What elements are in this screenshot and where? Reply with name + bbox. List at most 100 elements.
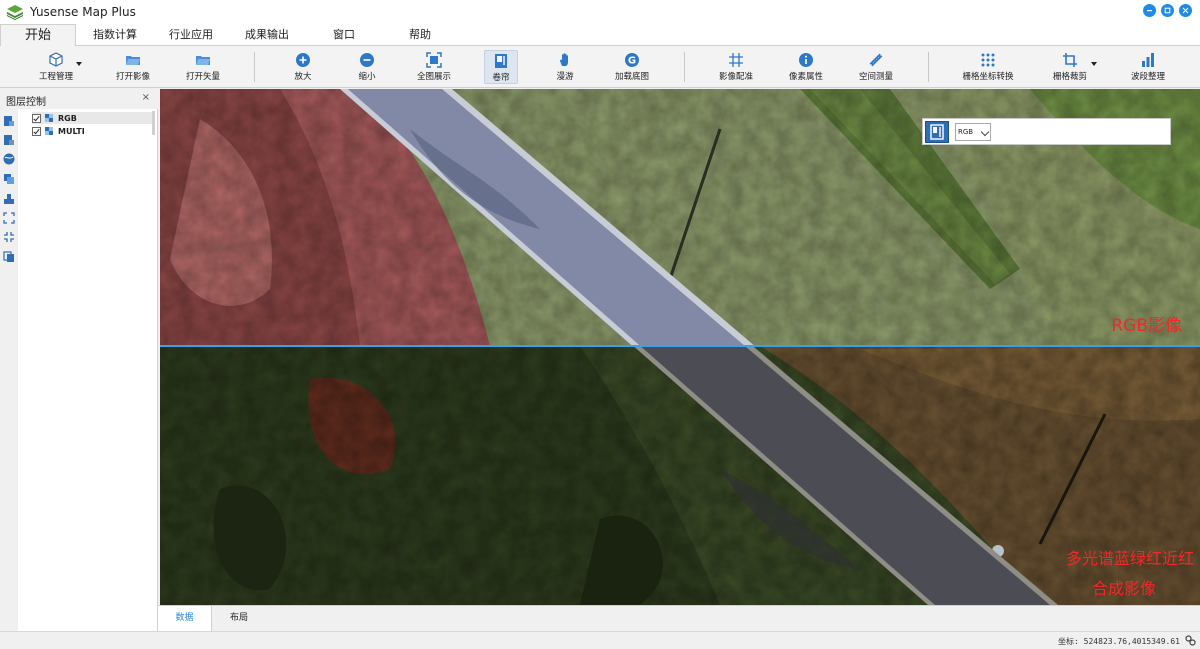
spatial-measure-button[interactable]: 空间测量 [856,50,896,84]
layer-name: RGB [58,113,77,123]
tab-data[interactable]: 数据 [158,606,212,631]
app-logo-icon [7,5,23,20]
maximize-icon [1164,7,1171,14]
layer-checkbox[interactable] [32,126,41,136]
zoom-in-button[interactable]: 放大 [288,50,318,84]
aerial-imagery [160,89,1200,605]
minimize-button[interactable] [1143,4,1156,17]
tab-industry[interactable]: 行业应用 [162,24,220,46]
folder-vector-icon [196,56,210,65]
raster-clip-dropdown-arrow[interactable] [1091,62,1097,66]
folder-image-icon [126,56,140,65]
map-annotation-rgb: RGB影像 [1111,316,1182,336]
full-extent-button[interactable]: 全图展示 [414,50,454,84]
tab-window[interactable]: 窗口 [322,24,366,46]
project-label: 工程管理 [38,72,73,82]
view-tabs: 数据 布局 [158,605,1200,631]
swipe-divider-handle[interactable] [160,345,1200,347]
open-image-label: 打开影像 [115,72,150,82]
map-canvas[interactable]: RGB影像 多光谱蓝绿红近红 合成影像 [160,89,1200,605]
tab-index-calc[interactable]: 指数计算 [86,24,144,46]
svg-text:G: G [628,56,636,67]
swipe-button[interactable]: 卷帘 [484,50,518,84]
expand-icon[interactable] [3,212,15,224]
raster-clip-button[interactable]: 栅格裁剪 [1050,50,1090,84]
swipe-widget-button[interactable] [925,121,949,143]
pan-button[interactable]: 漫游 [550,50,580,84]
image-registration-label: 影像配准 [718,72,753,82]
zoom-out-label: 缩小 [358,72,376,82]
spatial-measure-label: 空间测量 [858,72,893,82]
close-button[interactable] [1179,4,1192,17]
raster-layer-icon [45,114,53,122]
layer-item-rgb[interactable]: RGB [32,112,152,124]
coordinate-readout: 坐标: 524823.76,4015349.61 [1058,636,1180,647]
map-annotation-multispectral-line2: 合成影像 [1091,579,1156,598]
stamp-icon[interactable] [3,193,15,205]
coordinate-label: 坐标: [1058,637,1079,646]
info-icon [799,53,813,67]
toolbar-separator [684,52,685,82]
status-bar: 坐标: 524823.76,4015349.61 [0,631,1200,649]
tab-start[interactable]: 开始 [0,24,76,47]
pixel-attribute-button[interactable]: 像素属性 [786,50,826,84]
collapse-icon[interactable] [3,231,15,243]
band-arrange-label: 波段整理 [1130,72,1165,82]
swipe-toolbar-widget: RGB [922,118,1171,145]
zoom-in-label: 放大 [294,72,312,82]
pan-label: 漫游 [556,72,574,82]
layer-checkbox[interactable] [32,113,41,123]
tab-help[interactable]: 帮助 [398,24,442,46]
open-vector-button[interactable]: 打开矢量 [182,50,224,84]
basemap-g-icon: G [625,53,639,67]
swipe-layer-value: RGB [958,128,974,136]
layer-panel-close-button[interactable]: × [142,92,150,103]
swipe-label: 卷帘 [492,73,510,83]
layer-item-multi[interactable]: MULTI [32,125,85,137]
layer-add-icon[interactable] [3,115,15,127]
window-controls [1143,4,1192,17]
raster-coord-convert-label: 栅格坐标转换 [962,72,1014,82]
open-vector-label: 打开矢量 [185,72,220,82]
grid-dots-icon [981,53,995,67]
raster-coord-convert-button[interactable]: 栅格坐标转换 [960,50,1016,84]
full-extent-label: 全图展示 [416,72,451,82]
duplicate-icon[interactable] [3,251,15,263]
layer-panel-scrollbar[interactable] [152,111,155,135]
swipe-icon [495,54,507,68]
settings-link-icon[interactable] [1185,635,1196,646]
zoom-in-icon [296,53,310,67]
project-button[interactable]: 工程管理 [36,50,76,84]
minimize-icon [1147,10,1152,12]
layer-control-panel: 图层控制 × RGB MULTI [0,89,158,631]
close-icon [1182,7,1189,14]
globe-icon[interactable] [3,153,15,165]
chevron-down-icon [980,127,990,137]
tab-layout[interactable]: 布局 [212,606,266,631]
zoom-out-icon [360,53,374,67]
load-basemap-button[interactable]: G 加载底图 [614,50,650,84]
layer-remove-icon[interactable] [3,134,15,146]
image-registration-button[interactable]: 影像配准 [716,50,756,84]
project-dropdown-arrow[interactable] [76,62,82,66]
crop-icon [1063,53,1077,67]
ribbon-toolbar: 工程管理 打开影像 打开矢量 放大 缩小 全图展示 卷帘 漫游 G 加载底图 影… [0,46,1200,88]
layers-copy-icon[interactable] [3,173,15,185]
swipe-layer-select[interactable]: RGB [955,123,991,141]
bar-chart-icon [1142,53,1154,67]
app-title: Yusense Map Plus [30,5,136,19]
layer-panel-header: 图层控制 × [0,89,158,109]
zoom-out-button[interactable]: 缩小 [352,50,382,84]
map-annotation-multispectral-line1: 多光谱蓝绿红近红 [1065,549,1194,568]
open-image-button[interactable]: 打开影像 [112,50,154,84]
menu-bar: 开始 指数计算 行业应用 成果输出 窗口 帮助 [0,24,1200,47]
coordinate-value: 524823.76,4015349.61 [1083,637,1180,646]
band-arrange-button[interactable]: 波段整理 [1128,50,1168,84]
maximize-button[interactable] [1161,4,1174,17]
ruler-icon [869,53,883,67]
left-tool-strip [0,89,18,631]
layer-panel-title: 图层控制 [6,97,46,108]
hand-icon [559,53,568,66]
raster-clip-label: 栅格裁剪 [1052,72,1087,82]
tab-output[interactable]: 成果输出 [238,24,296,46]
